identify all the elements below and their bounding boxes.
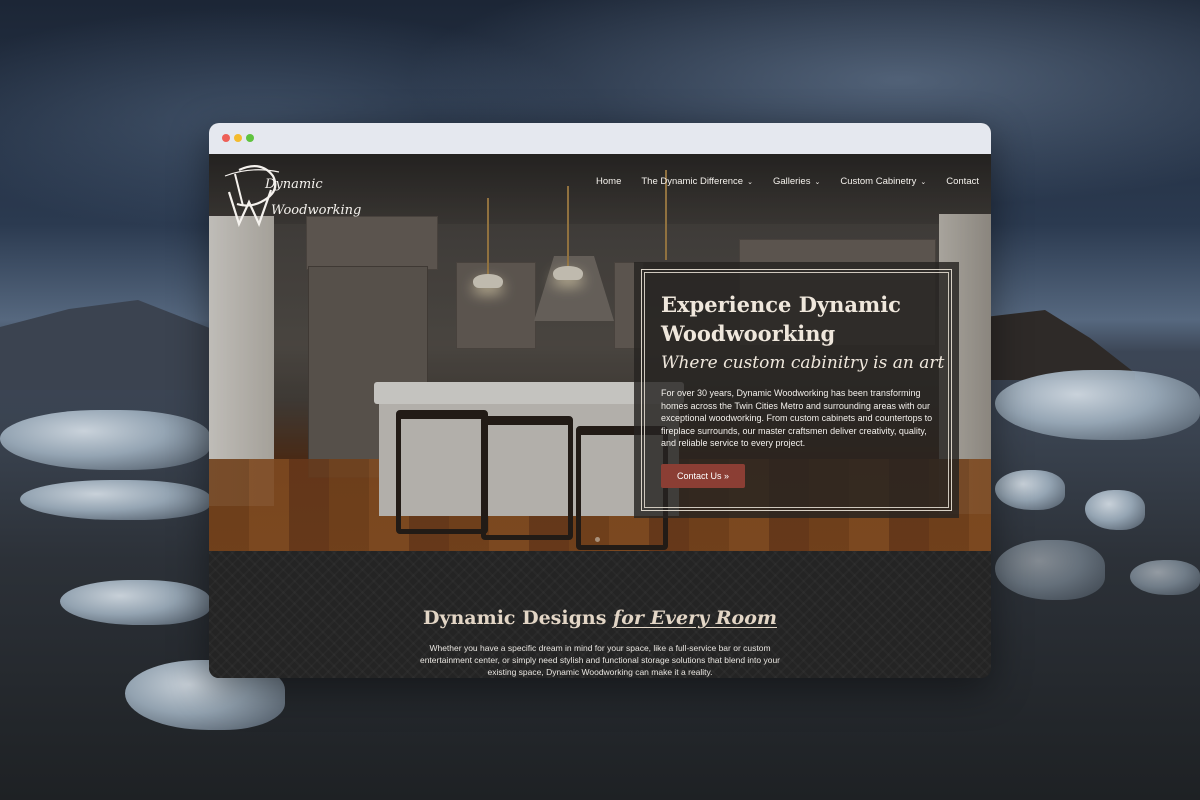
chevron-down-icon: ⌄ bbox=[920, 178, 927, 186]
designs-section: Dynamic Designs for Every Room Whether y… bbox=[209, 551, 991, 678]
nav-custom-cabinetry-label: Custom Cabinetry bbox=[840, 176, 917, 187]
contact-us-button[interactable]: Contact Us » bbox=[661, 464, 745, 488]
hero-section: Dynamic Woodworking Home The Dynamic Dif… bbox=[209, 154, 991, 551]
chevron-down-icon: ⌄ bbox=[814, 178, 821, 186]
nav-custom-cabinetry[interactable]: Custom Cabinetry ⌄ bbox=[840, 176, 926, 187]
nav-home[interactable]: Home bbox=[596, 176, 621, 187]
hero-title: Experience Dynamic Woodwoorking bbox=[661, 292, 901, 346]
nav-galleries[interactable]: Galleries ⌄ bbox=[773, 176, 820, 187]
close-window-dot[interactable] bbox=[222, 134, 230, 142]
hero-body-text: For over 30 years, Dynamic Woodworking h… bbox=[661, 388, 933, 448]
hero-text-panel: Experience Dynamic Woodwoorking Where cu… bbox=[634, 262, 959, 518]
chevron-down-icon: ⌄ bbox=[747, 178, 753, 186]
hero-subtitle: Where custom cabinitry is an art bbox=[661, 353, 945, 373]
svg-text:Dynamic: Dynamic bbox=[264, 177, 323, 192]
nav-contact[interactable]: Contact bbox=[946, 176, 979, 187]
nav-contact-label: Contact bbox=[946, 176, 979, 187]
dynamic-woodworking-logo[interactable]: Dynamic Woodworking bbox=[221, 162, 361, 228]
nav-dynamic-difference-label: The Dynamic Difference bbox=[641, 176, 744, 187]
nav-dynamic-difference[interactable]: The Dynamic Difference ⌄ bbox=[641, 176, 753, 187]
section-title-emphasis: for Every Room bbox=[613, 607, 778, 629]
minimize-window-dot[interactable] bbox=[234, 134, 242, 142]
maximize-window-dot[interactable] bbox=[246, 134, 254, 142]
nav-home-label: Home bbox=[596, 176, 622, 187]
slider-pagination bbox=[595, 537, 600, 542]
nav-galleries-label: Galleries bbox=[772, 176, 811, 187]
section-title: Dynamic Designs for Every Room bbox=[209, 607, 991, 629]
browser-titlebar bbox=[209, 123, 991, 154]
svg-text:Woodworking: Woodworking bbox=[271, 203, 361, 218]
slide-dot[interactable] bbox=[595, 537, 600, 542]
section-body-text: Whether you have a specific dream in min… bbox=[419, 643, 781, 677]
browser-window: Dynamic Woodworking Home The Dynamic Dif… bbox=[209, 123, 991, 678]
main-navigation: Home The Dynamic Difference ⌄ Galleries ⌄ … bbox=[596, 176, 979, 187]
section-title-plain: Dynamic Designs bbox=[422, 607, 614, 629]
